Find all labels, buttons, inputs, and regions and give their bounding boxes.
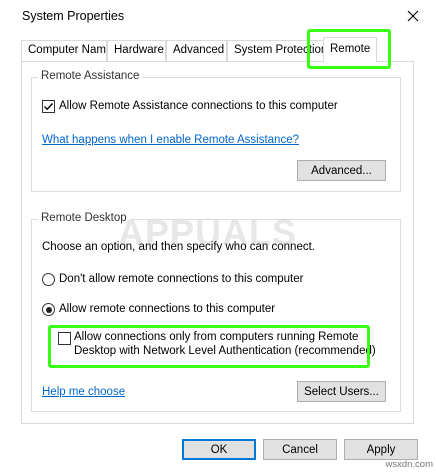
site-tag: wsxdn.com bbox=[385, 459, 433, 470]
ok-button[interactable]: OK bbox=[182, 439, 256, 460]
window-title: System Properties bbox=[22, 9, 125, 23]
close-button[interactable] bbox=[390, 0, 436, 32]
help-me-choose-link[interactable]: Help me choose bbox=[42, 386, 125, 398]
appuals-watermark: APPUALS bbox=[118, 212, 298, 253]
deny-remote-radio[interactable] bbox=[42, 273, 55, 286]
tab-advanced[interactable]: Advanced bbox=[166, 40, 227, 61]
remote-desktop-legend: Remote Desktop bbox=[38, 212, 130, 224]
nla-highlight bbox=[48, 325, 370, 368]
cancel-button[interactable]: Cancel bbox=[263, 439, 337, 460]
close-icon bbox=[407, 10, 419, 22]
select-users-button[interactable]: Select Users... bbox=[297, 381, 386, 402]
checkmark-icon bbox=[44, 103, 54, 111]
advanced-button[interactable]: Advanced... bbox=[297, 160, 386, 181]
tab-hardware[interactable]: Hardware bbox=[107, 40, 166, 61]
deny-remote-label: Don't allow remote connections to this c… bbox=[59, 273, 304, 285]
allow-remote-label: Allow remote connections to this compute… bbox=[59, 303, 276, 315]
tab-computer-name[interactable]: Computer Name bbox=[21, 40, 107, 61]
allow-remote-assistance-label: Allow Remote Assistance connections to t… bbox=[59, 100, 338, 112]
apply-button[interactable]: Apply bbox=[344, 439, 418, 460]
title-bar: System Properties bbox=[0, 0, 436, 32]
allow-remote-assistance-checkbox[interactable] bbox=[42, 100, 55, 113]
remote-assistance-help-link[interactable]: What happens when I enable Remote Assist… bbox=[42, 134, 299, 146]
allow-remote-radio[interactable] bbox=[42, 303, 55, 316]
remote-assistance-legend: Remote Assistance bbox=[38, 70, 143, 82]
remote-tab-highlight bbox=[307, 29, 391, 69]
